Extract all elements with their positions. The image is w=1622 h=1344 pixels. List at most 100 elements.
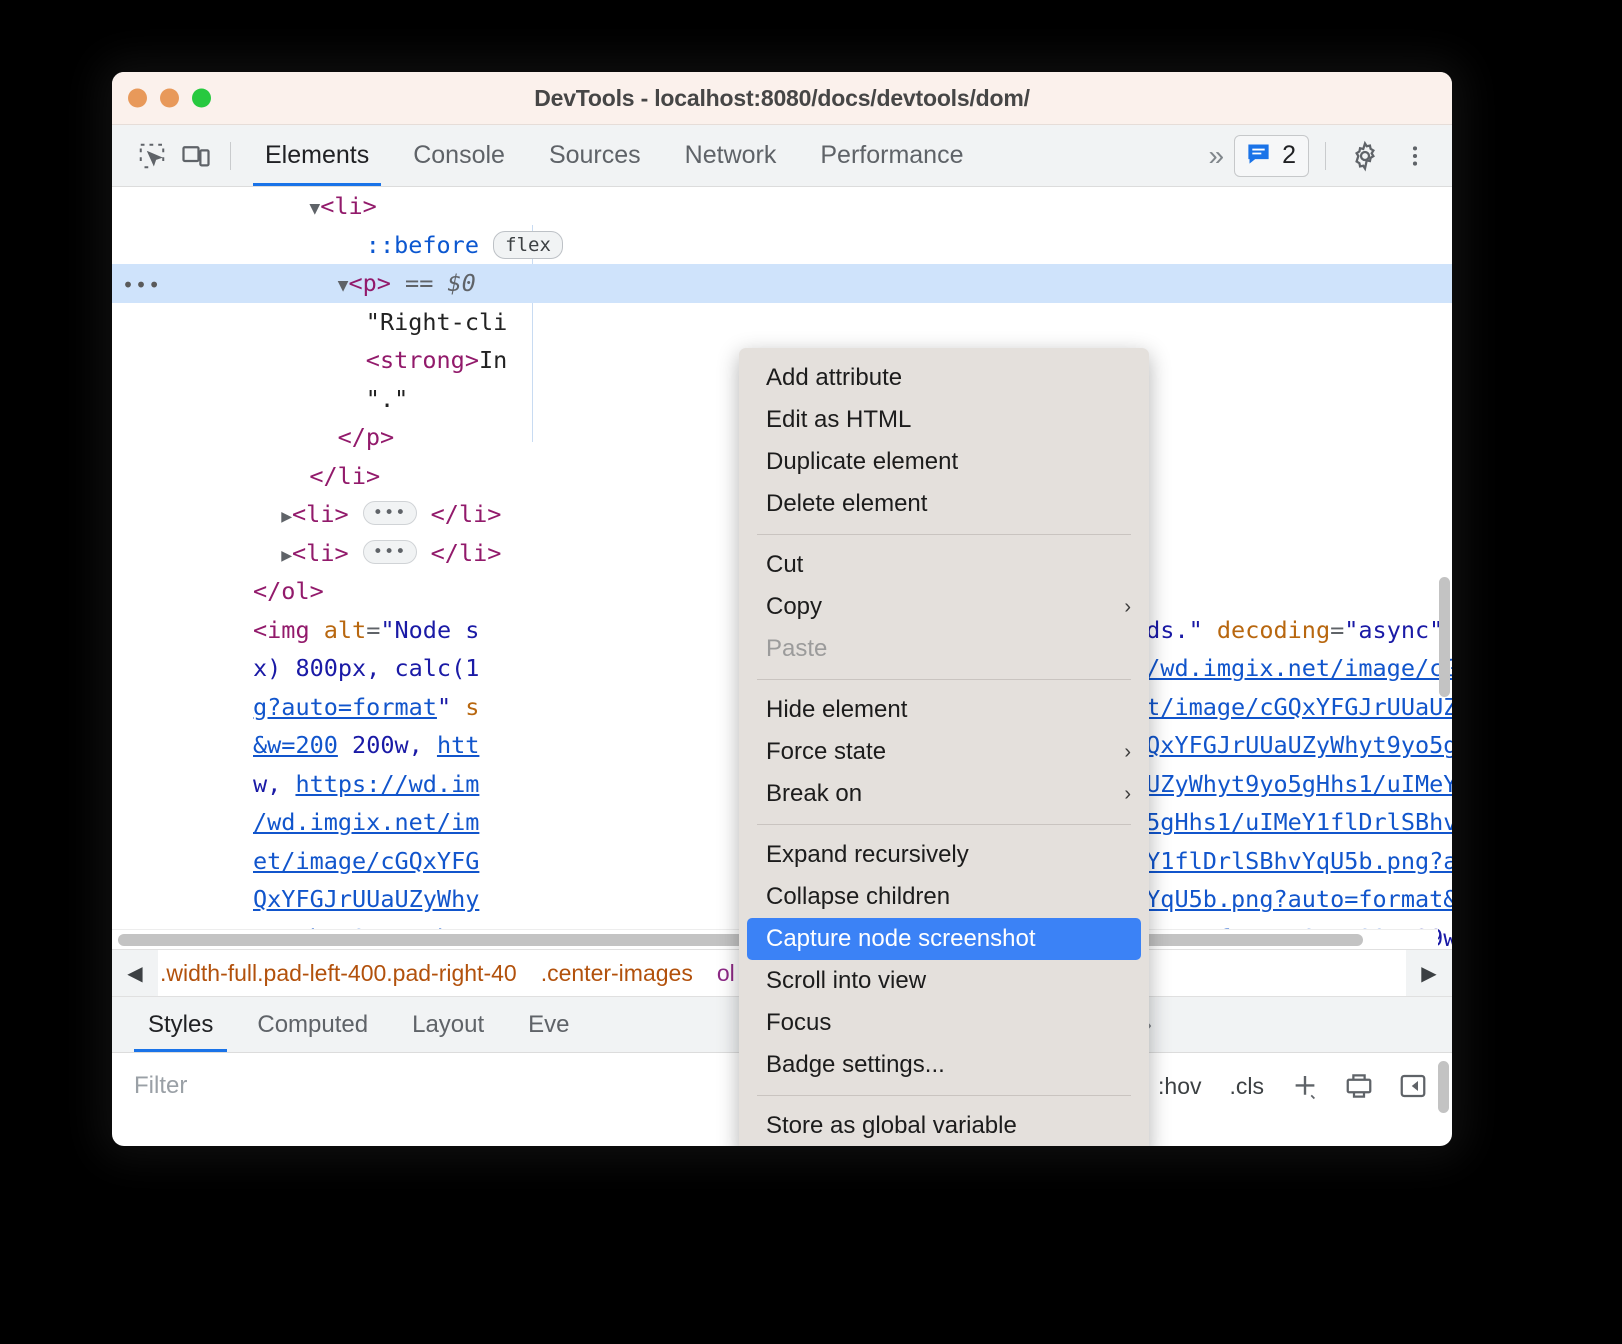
- img-attr-right-fragment: /YqU5b.png?auto=format&w=: [1132, 885, 1452, 913]
- inspect-element-icon[interactable]: [130, 134, 174, 178]
- device-toolbar-icon[interactable]: [174, 134, 218, 178]
- menu-item-force-state[interactable]: Force state ›: [739, 731, 1149, 773]
- tab-network[interactable]: Network: [663, 125, 799, 186]
- menu-item-delete-element[interactable]: Delete element: [739, 483, 1149, 525]
- menu-separator: [757, 679, 1131, 680]
- dom-row-more-icon[interactable]: •••: [122, 266, 161, 305]
- plus-icon[interactable]: [1282, 1063, 1328, 1109]
- dom-tree-row[interactable]: "Right-cli: [112, 303, 1452, 342]
- menu-item-label: Collapse children: [766, 883, 951, 910]
- menu-item-badge-settings[interactable]: Badge settings...: [739, 1044, 1149, 1086]
- menu-item-focus[interactable]: Focus: [739, 1002, 1149, 1044]
- styles-vertical-scrollbar[interactable]: [1438, 1061, 1449, 1113]
- tab-sources[interactable]: Sources: [527, 125, 663, 186]
- menu-item-label: Expand recursively: [766, 841, 969, 868]
- menu-item-duplicate-element[interactable]: Duplicate element: [739, 441, 1149, 483]
- issues-message-icon: [1245, 140, 1272, 172]
- img-attr-right-fragment: ads." decoding="async" he: [1132, 615, 1444, 644]
- img-attr-left-fragment: x) 800px, calc(1: [253, 654, 480, 682]
- img-attr-right-fragment: aUZyWhyt9yo5gHhs1/uIMeY1f: [1132, 769, 1452, 798]
- img-attr-right-fragment: //wd.imgix.net/image/cGQx: [1132, 654, 1452, 682]
- breadcrumb-item-1[interactable]: .center-images: [529, 960, 705, 987]
- menu-item-label: Paste: [766, 635, 828, 662]
- menu-item-store-as-global-variable[interactable]: Store as global variable: [739, 1105, 1149, 1146]
- menu-separator: [757, 1095, 1131, 1096]
- menu-item-add-attribute[interactable]: Add attribute: [739, 357, 1149, 399]
- img-attr-right-fragment: GQxYFGJrUUaUZyWhyt9yo5gHh: [1132, 731, 1452, 759]
- img-attr-left-fragment: &w=200 200w, htt: [253, 731, 480, 759]
- zoom-button[interactable]: [192, 88, 211, 108]
- menu-item-collapse-children[interactable]: Collapse children: [739, 876, 1149, 918]
- menu-item-label: Break on: [766, 780, 863, 807]
- toolbar-divider-2: [1325, 141, 1326, 170]
- menu-item-label: Focus: [766, 1009, 832, 1036]
- img-attr-right-fragment: o5gHhs1/uIMeY1flDrlSBhvYq: [1132, 808, 1452, 836]
- menu-item-label: Scroll into view: [766, 967, 927, 994]
- menu-item-label: Copy: [766, 593, 823, 620]
- img-attr-left-fragment: w, https://wd.im: [253, 769, 480, 798]
- dom-tree-row[interactable]: ▼<li>: [112, 187, 1452, 226]
- tab-layout[interactable]: Layout: [390, 997, 506, 1052]
- element-classes-toggle[interactable]: .cls: [1220, 1073, 1275, 1100]
- menu-item-label: Badge settings...: [766, 1051, 945, 1078]
- menu-separator: [757, 824, 1131, 825]
- menu-item-label: Cut: [766, 551, 804, 578]
- issues-counter-button[interactable]: 2: [1234, 134, 1309, 177]
- more-panels-icon[interactable]: »: [1199, 140, 1231, 172]
- menu-item-label: Add attribute: [766, 364, 903, 391]
- force-state-toggle[interactable]: :hov: [1148, 1073, 1211, 1100]
- minimize-button[interactable]: [160, 88, 179, 108]
- print-style-icon[interactable]: [1336, 1063, 1382, 1109]
- img-attr-left-fragment: /wd.imgix.net/im: [253, 808, 480, 836]
- menu-item-copy[interactable]: Copy ›: [739, 586, 1149, 628]
- menu-item-expand-recursively[interactable]: Expand recursively: [739, 834, 1149, 876]
- menu-item-label: Store as global variable: [766, 1112, 1017, 1139]
- img-attr-left-fragment: g?auto=format" s: [253, 692, 480, 721]
- dom-tree-row[interactable]: ::before flex: [112, 226, 1452, 265]
- submenu-chevron-icon: ›: [1124, 740, 1131, 763]
- submenu-chevron-icon: ›: [1124, 782, 1131, 805]
- toolbar-divider: [230, 141, 231, 170]
- tab-event-listeners[interactable]: Eve: [506, 997, 591, 1052]
- submenu-chevron-icon: ›: [1124, 595, 1131, 618]
- gear-icon[interactable]: [1342, 133, 1388, 179]
- menu-item-label: Hide element: [766, 696, 908, 723]
- tab-console[interactable]: Console: [391, 125, 527, 186]
- tab-elements[interactable]: Elements: [243, 125, 391, 186]
- toolbar-right-group: » 2: [1199, 133, 1452, 179]
- toggle-sidebar-icon[interactable]: [1390, 1063, 1436, 1109]
- img-attr-right-fragment: et/image/cGQxYFGJrUUaUZyW: [1132, 692, 1452, 721]
- menu-item-label: Delete element: [766, 490, 928, 517]
- kebab-menu-icon[interactable]: [1392, 133, 1438, 179]
- tab-performance[interactable]: Performance: [798, 125, 985, 186]
- devtools-toolbar: Elements Console Sources Network Perform…: [112, 125, 1452, 187]
- menu-item-label: Duplicate element: [766, 448, 959, 475]
- issues-count-label: 2: [1282, 141, 1296, 169]
- dom-tree-row[interactable]: ▼<p> == $0 •••: [112, 264, 1452, 303]
- img-attr-left-fragment: QxYFGJrUUaUZyWhy: [253, 885, 480, 913]
- styles-filter-actions: :hov .cls: [1148, 1063, 1452, 1109]
- window-title: DevTools - localhost:8080/docs/devtools/…: [534, 84, 1030, 111]
- menu-item-cut[interactable]: Cut: [739, 544, 1149, 586]
- menu-item-label: Capture node screenshot: [766, 925, 1036, 952]
- menu-item-scroll-into-view[interactable]: Scroll into view: [739, 960, 1149, 1002]
- menu-item-capture-node-screenshot[interactable]: Capture node screenshot: [747, 918, 1141, 960]
- window-titlebar: DevTools - localhost:8080/docs/devtools/…: [112, 72, 1452, 125]
- menu-item-label: Edit as HTML: [766, 406, 912, 433]
- menu-separator: [757, 534, 1131, 535]
- devtools-window: DevTools - localhost:8080/docs/devtools/…: [112, 72, 1452, 1146]
- menu-item-label: Force state: [766, 738, 887, 765]
- tab-styles[interactable]: Styles: [126, 997, 235, 1052]
- menu-item-hide-element[interactable]: Hide element: [739, 689, 1149, 731]
- img-attr-right-fragment: eY1flDrlSBhvYqU5b.png?aut: [1132, 846, 1452, 875]
- close-button[interactable]: [128, 88, 147, 108]
- breadcrumb-scroll-right[interactable]: ▶: [1406, 950, 1452, 996]
- menu-item-edit-as-html[interactable]: Edit as HTML: [739, 399, 1149, 441]
- screen-root: DevTools - localhost:8080/docs/devtools/…: [0, 0, 1622, 1344]
- breadcrumb-item-0[interactable]: .width-full.pad-left-400.pad-right-40: [148, 960, 529, 987]
- filter-input[interactable]: [134, 1072, 634, 1100]
- tab-computed[interactable]: Computed: [235, 997, 390, 1052]
- menu-item-break-on[interactable]: Break on ›: [739, 773, 1149, 815]
- dom-vertical-scrollbar[interactable]: [1439, 577, 1450, 697]
- dom-context-menu: Add attribute Edit as HTML Duplicate eleme…: [739, 348, 1149, 1146]
